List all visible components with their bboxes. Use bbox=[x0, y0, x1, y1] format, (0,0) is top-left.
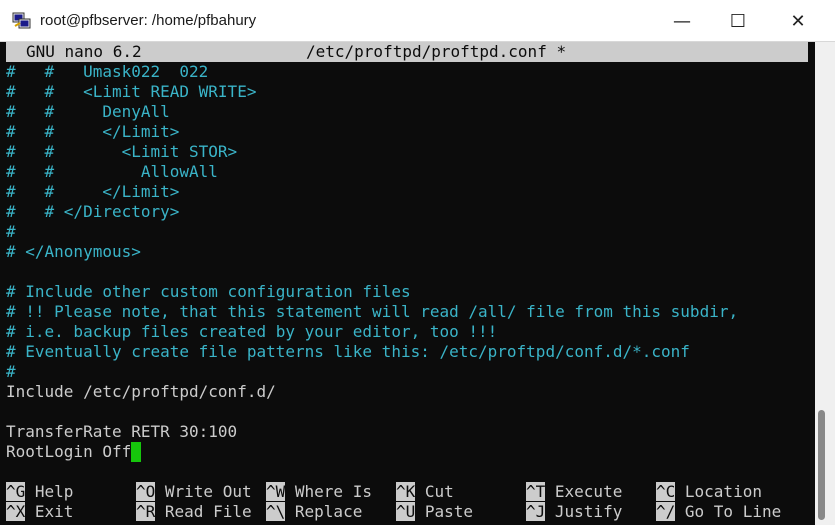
editor-line: # bbox=[6, 362, 16, 381]
shortcut-label: Paste bbox=[415, 502, 474, 521]
close-icon: ✕ bbox=[790, 10, 806, 32]
shortcut-execute[interactable]: ^T Execute bbox=[526, 482, 622, 502]
editor-line: Include /etc/proftpd/conf.d/ bbox=[6, 382, 276, 401]
shortcut-label: Go To Line bbox=[675, 502, 782, 521]
putty-app-icon bbox=[12, 12, 31, 29]
editor-line: # # <Limit READ WRITE> bbox=[6, 82, 257, 101]
shortcut-key: ^J bbox=[526, 502, 546, 521]
shortcut-replace[interactable]: ^\ Replace bbox=[266, 502, 362, 522]
shortcut-label: Help bbox=[25, 482, 74, 501]
editor-line-current[interactable]: RootLogin Off bbox=[6, 442, 811, 462]
shortcut-key: ^C bbox=[656, 482, 676, 501]
shortcut-label: Read File bbox=[155, 502, 252, 521]
shortcut-justify[interactable]: ^J Justify bbox=[526, 502, 622, 522]
shortcut-key: ^O bbox=[136, 482, 156, 501]
shortcut-key: ^W bbox=[266, 482, 286, 501]
editor-line: # i.e. backup files created by your edit… bbox=[6, 322, 498, 341]
shortcut-cut[interactable]: ^K Cut bbox=[396, 482, 454, 502]
shortcut-key: ^/ bbox=[656, 502, 676, 521]
shortcut-exit[interactable]: ^X Exit bbox=[6, 502, 73, 522]
shortcut-key: ^R bbox=[136, 502, 156, 521]
shortcut-write-out[interactable]: ^O Write Out bbox=[136, 482, 252, 502]
shortcut-key: ^\ bbox=[266, 502, 286, 521]
nano-version: GNU nano 6.2 bbox=[26, 42, 142, 61]
terminal-area[interactable]: GNU nano 6.2 /etc/proftpd/proftpd.conf *… bbox=[0, 42, 815, 525]
shortcut-label: Where Is bbox=[285, 482, 372, 501]
shortcut-label: Justify bbox=[545, 502, 623, 521]
shortcut-key: ^T bbox=[526, 482, 546, 501]
shortcut-key: ^G bbox=[6, 482, 26, 501]
shortcut-label: Cut bbox=[415, 482, 454, 501]
editor-line: # # DenyAll bbox=[6, 102, 170, 121]
nano-filename: /etc/proftpd/proftpd.conf * bbox=[306, 42, 567, 61]
nano-shortcut-bar: ^G Help ^O Write Out ^W Where Is ^K Cut … bbox=[6, 482, 811, 522]
shortcut-label: Location bbox=[675, 482, 762, 501]
editor-line: # !! Please note, that this statement wi… bbox=[6, 302, 739, 321]
window-title: root@pfbserver: /home/pfbahury bbox=[40, 12, 257, 29]
shortcut-key: ^K bbox=[396, 482, 416, 501]
editor-line: # # </Limit> bbox=[6, 122, 180, 141]
scrollbar-thumb[interactable] bbox=[818, 410, 825, 520]
shortcut-label: Exit bbox=[25, 502, 74, 521]
editor-line-text: RootLogin Off bbox=[6, 442, 132, 461]
shortcut-location[interactable]: ^C Location bbox=[656, 482, 762, 502]
text-cursor bbox=[131, 442, 142, 462]
maximize-icon: ☐ bbox=[729, 10, 747, 32]
shortcut-help[interactable]: ^G Help bbox=[6, 482, 73, 502]
editor-line: # # <Limit STOR> bbox=[6, 142, 238, 161]
editor-line: # Eventually create file patterns like t… bbox=[6, 342, 690, 361]
nano-header: GNU nano 6.2 /etc/proftpd/proftpd.conf * bbox=[6, 42, 808, 62]
editor-line: # # </Limit> bbox=[6, 182, 180, 201]
shortcut-key: ^X bbox=[6, 502, 26, 521]
editor-line: # # Umask022 022 bbox=[6, 62, 209, 81]
shortcut-label: Replace bbox=[285, 502, 363, 521]
editor-line: # bbox=[6, 222, 16, 241]
shortcut-label: Write Out bbox=[155, 482, 252, 501]
close-button[interactable]: ✕ bbox=[768, 0, 828, 42]
shortcut-label: Execute bbox=[545, 482, 623, 501]
minimize-button[interactable]: — bbox=[652, 0, 712, 42]
shortcut-paste[interactable]: ^U Paste bbox=[396, 502, 473, 522]
editor-line: # # </Directory> bbox=[6, 202, 180, 221]
shortcut-where-is[interactable]: ^W Where Is bbox=[266, 482, 372, 502]
editor-line: # # AllowAll bbox=[6, 162, 218, 181]
minimize-icon: — bbox=[673, 10, 691, 32]
editor-line: # Include other custom configuration fil… bbox=[6, 282, 411, 301]
shortcut-read-file[interactable]: ^R Read File bbox=[136, 502, 252, 522]
shortcut-go-to-line[interactable]: ^/ Go To Line bbox=[656, 502, 781, 522]
editor-line: # </Anonymous> bbox=[6, 242, 141, 261]
shortcut-key: ^U bbox=[396, 502, 416, 521]
maximize-button[interactable]: ☐ bbox=[708, 0, 768, 42]
editor-buffer[interactable]: # # Umask022 022 # # <Limit READ WRITE> … bbox=[6, 62, 811, 462]
editor-line: TransferRate RETR 30:100 bbox=[6, 422, 238, 441]
window-titlebar[interactable]: root@pfbserver: /home/pfbahury — ☐ ✕ bbox=[0, 0, 835, 42]
